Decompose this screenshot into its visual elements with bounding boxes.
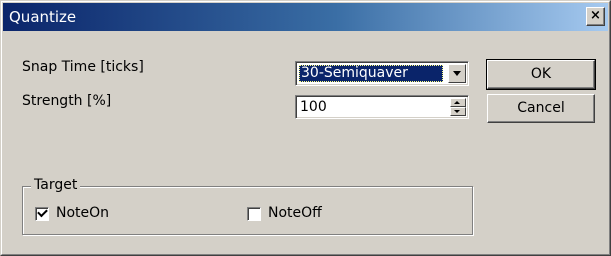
ok-button[interactable]: OK — [486, 59, 596, 90]
snap-time-dropdown[interactable]: 30-Semiquaver — [295, 61, 469, 86]
title-bar[interactable]: Quantize × — [3, 3, 608, 31]
strength-label: Strength [%] — [22, 93, 112, 109]
snap-time-label: Snap Time [ticks] — [22, 59, 144, 75]
strength-spinbox[interactable]: 100 — [295, 95, 469, 119]
noteon-checkbox[interactable] — [35, 206, 49, 221]
close-button[interactable]: × — [586, 7, 605, 26]
spin-down-button[interactable] — [450, 107, 466, 116]
dialog-title: Quantize — [9, 8, 77, 26]
strength-input[interactable]: 100 — [300, 99, 327, 116]
close-icon: × — [590, 8, 601, 23]
snap-time-selected-value: 30-Semiquaver — [299, 65, 443, 82]
dropdown-arrow-icon — [453, 71, 461, 76]
spin-buttons — [450, 98, 466, 116]
checkmark-icon — [37, 206, 48, 218]
noteon-label[interactable]: NoteOn — [56, 205, 109, 221]
noteoff-checkbox[interactable] — [247, 207, 261, 221]
spin-down-icon — [454, 110, 460, 113]
noteoff-label[interactable]: NoteOff — [268, 205, 322, 221]
quantize-dialog: Quantize × Snap Time [ticks] 30-Semiquav… — [0, 0, 611, 256]
cancel-button[interactable]: Cancel — [487, 94, 595, 123]
spin-up-icon — [454, 101, 460, 104]
target-group-label: Target — [31, 177, 81, 193]
dropdown-button[interactable] — [448, 64, 466, 83]
spin-up-button[interactable] — [450, 98, 466, 107]
